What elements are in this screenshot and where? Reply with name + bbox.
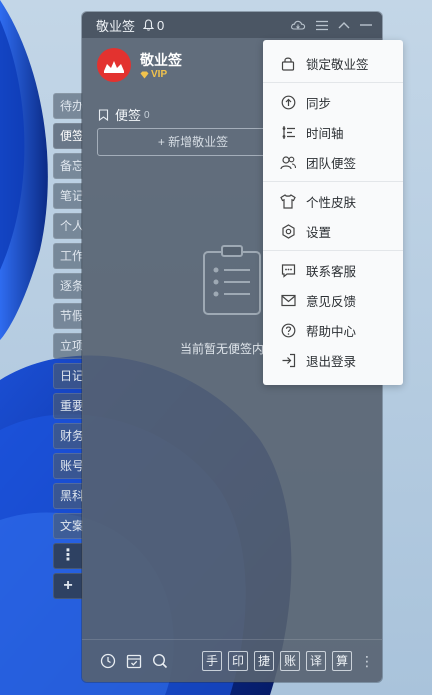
app-name: 敬业签 <box>140 52 182 68</box>
tool-shortcut-button[interactable]: 捷 <box>254 651 274 671</box>
notification-count: 0 <box>157 17 165 33</box>
menu-icon[interactable] <box>316 20 328 31</box>
empty-state-text: 当前暂无便签内容 <box>180 342 277 356</box>
tool-ledger-button[interactable]: 账 <box>280 651 300 671</box>
menu-divider <box>263 181 403 182</box>
side-tab-itemized[interactable]: 逐条 <box>53 273 83 299</box>
chat-icon <box>281 263 295 278</box>
mail-icon <box>280 294 296 306</box>
section-count: 0 <box>144 110 150 121</box>
cloud-sync-icon[interactable] <box>290 19 306 31</box>
bell-icon <box>143 19 155 31</box>
menu-item-lock[interactable]: 锁定敬业签 <box>263 48 403 78</box>
side-tab-tech[interactable]: 黑科 <box>53 483 83 509</box>
title-bar: 敬业签 0 <box>82 12 382 38</box>
tool-handwrite-button[interactable]: 手 <box>202 651 222 671</box>
menu-label-logout: 退出登录 <box>306 354 357 369</box>
menu-divider <box>263 82 403 83</box>
side-tab-copywriting[interactable]: 文案 <box>53 513 83 539</box>
tool-calculator-button[interactable]: 算 <box>332 651 352 671</box>
menu-label-timeline: 时间轴 <box>306 126 344 141</box>
tshirt-icon <box>280 193 296 209</box>
menu-label-sync: 同步 <box>306 96 332 111</box>
side-tab-finance[interactable]: 财务 <box>53 423 83 449</box>
menu-label-help: 帮助中心 <box>306 324 357 339</box>
vip-label: VIP <box>151 69 168 80</box>
section-title: 便签 <box>115 108 142 123</box>
side-tab-todo[interactable]: 待办 <box>53 93 83 119</box>
menu-divider <box>263 250 403 251</box>
menu-item-support[interactable]: 联系客服 <box>263 255 403 285</box>
bottom-toolbar: 手 印 捷 账 译 算 ⋮ <box>82 639 382 682</box>
menu-item-sync[interactable]: 同步 <box>263 87 403 117</box>
bookmark-icon <box>98 108 109 121</box>
clock-icon[interactable] <box>100 653 116 669</box>
minimize-icon[interactable] <box>360 21 372 29</box>
side-tab-diary[interactable]: 日记 <box>53 363 83 389</box>
avatar[interactable] <box>97 48 131 82</box>
dropdown-menu: 锁定敬业签 同步 时间轴 团队便签 个性皮肤 设置 联系客服 意见反馈 帮助中心… <box>263 40 403 385</box>
timeline-icon <box>282 125 295 139</box>
tool-print-button[interactable]: 印 <box>228 651 248 671</box>
lock-icon <box>281 57 295 71</box>
menu-item-settings[interactable]: 设置 <box>263 216 403 246</box>
side-tab-account[interactable]: 账号 <box>53 453 83 479</box>
side-more-button[interactable]: ⋮ <box>53 543 83 569</box>
diamond-icon <box>140 71 149 78</box>
menu-label-lock: 锁定敬业签 <box>306 57 369 72</box>
menu-item-help[interactable]: 帮助中心 <box>263 315 403 345</box>
side-tab-holiday[interactable]: 节假 <box>53 303 83 329</box>
menu-label-support: 联系客服 <box>306 264 357 279</box>
section-header: 便签 0 <box>98 105 150 124</box>
side-tab-project[interactable]: 立项 <box>53 333 83 359</box>
notification-button[interactable]: 0 <box>143 18 164 33</box>
menu-label-settings: 设置 <box>306 225 332 240</box>
menu-item-skin[interactable]: 个性皮肤 <box>263 186 403 216</box>
menu-label-team: 团队便签 <box>306 156 357 171</box>
team-icon <box>280 155 296 169</box>
window-title: 敬业签 <box>96 18 136 34</box>
menu-item-feedback[interactable]: 意见反馈 <box>263 285 403 315</box>
menu-item-logout[interactable]: 退出登录 <box>263 345 403 375</box>
empty-clipboard-icon <box>203 245 261 315</box>
side-tab-notebook[interactable]: 笔记 <box>53 183 83 209</box>
logout-icon <box>282 353 295 367</box>
menu-item-timeline[interactable]: 时间轴 <box>263 117 403 147</box>
tool-translate-button[interactable]: 译 <box>306 651 326 671</box>
side-tab-memo[interactable]: 备忘 <box>53 153 83 179</box>
side-tab-personal[interactable]: 个人 <box>53 213 83 239</box>
add-note-button[interactable]: + 新增敬业签 <box>97 128 289 156</box>
app-logo-icon <box>104 61 124 73</box>
side-tab-work[interactable]: 工作 <box>53 243 83 269</box>
vip-badge[interactable]: VIP <box>140 69 167 80</box>
collapse-up-icon[interactable] <box>338 21 350 29</box>
settings-icon <box>281 223 295 239</box>
search-icon[interactable] <box>152 653 168 669</box>
help-icon <box>281 323 295 337</box>
side-tab-list: 待办 便签 备忘 笔记 个人 工作 逐条 节假 立项 日记 重要 财务 账号 黑… <box>53 93 83 603</box>
side-tab-important[interactable]: 重要 <box>53 393 83 419</box>
calendar-check-icon[interactable] <box>126 653 142 669</box>
side-add-button[interactable]: + <box>53 573 83 599</box>
more-vertical-icon[interactable]: ⋮ <box>360 653 374 670</box>
menu-item-team[interactable]: 团队便签 <box>263 147 403 177</box>
side-tab-notes[interactable]: 便签 <box>53 123 83 149</box>
menu-label-feedback: 意见反馈 <box>306 294 357 309</box>
menu-label-skin: 个性皮肤 <box>306 195 357 210</box>
sync-icon <box>281 95 295 109</box>
